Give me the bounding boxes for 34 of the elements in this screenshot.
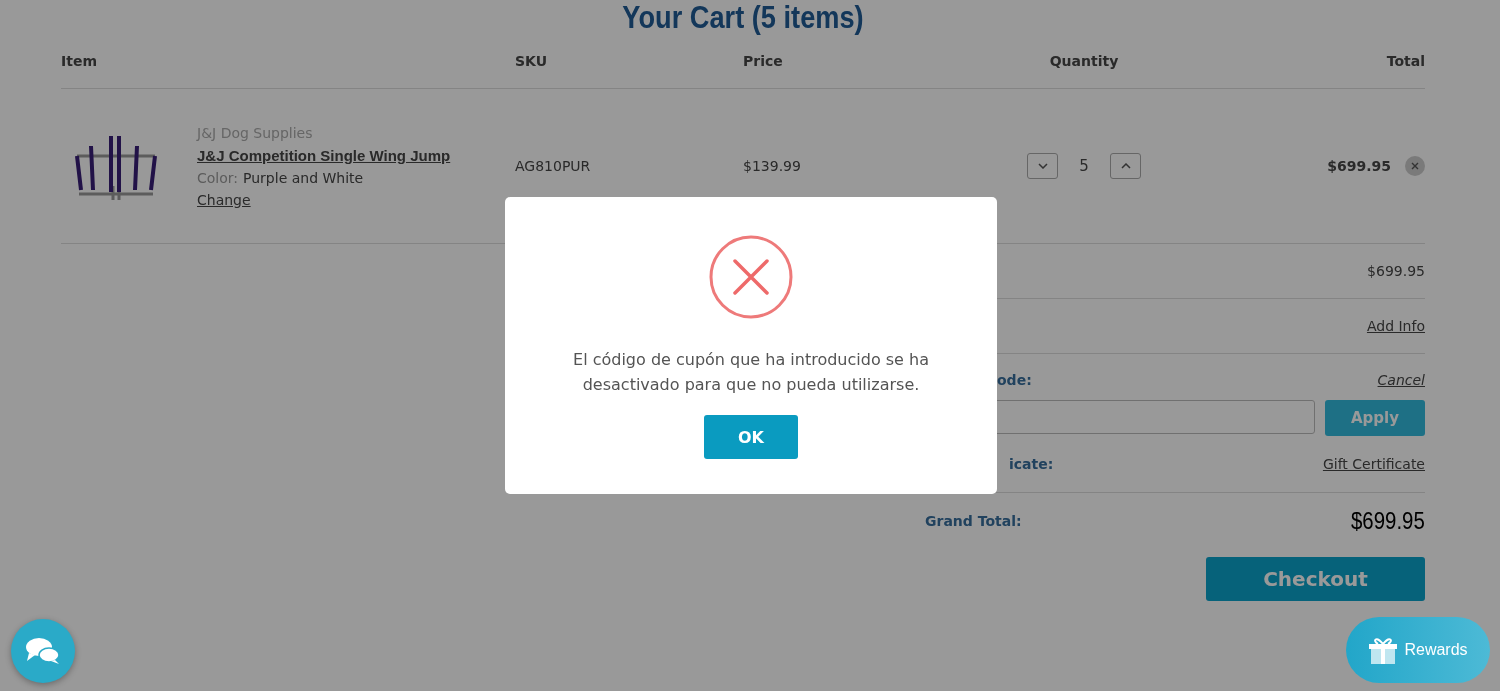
error-icon (709, 235, 793, 319)
column-header: Total (1385, 53, 1425, 69)
option-label: Color: (197, 169, 239, 186)
decrease-button[interactable] (1027, 153, 1058, 179)
ok-button[interactable]: OK (704, 415, 798, 459)
line-total: $699.95 (1327, 158, 1391, 174)
page-title: Your Cart (5 items) (621, 0, 865, 34)
subtotal-value: $699.95 (1367, 263, 1425, 279)
grand-total-label: Grand Total: (925, 513, 1022, 529)
price-cell-text: $139.99 (743, 158, 802, 174)
gift-icon (1368, 635, 1399, 665)
remove-button[interactable] (1405, 156, 1425, 176)
column-header: Quantity (1048, 53, 1120, 69)
column-header: SKU (515, 53, 549, 69)
column-header: Price (743, 53, 784, 69)
chevron-down-icon (1037, 163, 1048, 169)
coupon-code-label: ode: (996, 372, 1032, 388)
change-link[interactable]: Change (197, 191, 451, 208)
gift-certificate-link[interactable]: Gift Certificate (1322, 456, 1425, 472)
chevron-up-icon (1120, 163, 1131, 169)
column-header: Item (61, 53, 98, 69)
error-message: El código de cupón que ha introducido se ha desactivado para que no pueda utilizarse. (572, 349, 930, 396)
chat-button[interactable] (11, 619, 75, 683)
option-value: Purple and White (243, 169, 364, 186)
chat-bubbles-icon (25, 636, 61, 666)
gift-certificate-label: icate: (1008, 456, 1054, 472)
increase-button[interactable] (1110, 153, 1141, 179)
grand-total-value: $699.95 (1351, 507, 1425, 535)
add-info-link[interactable]: Add Info (1366, 318, 1425, 334)
sku-cell-text: AG810PUR (515, 158, 592, 174)
close-icon (1411, 162, 1419, 170)
quantity-value: 5 (1078, 157, 1090, 175)
product-name-link[interactable]: J&J Competition Single Wing Jump (197, 146, 451, 164)
cancel-link[interactable]: Cancel (1377, 372, 1425, 388)
